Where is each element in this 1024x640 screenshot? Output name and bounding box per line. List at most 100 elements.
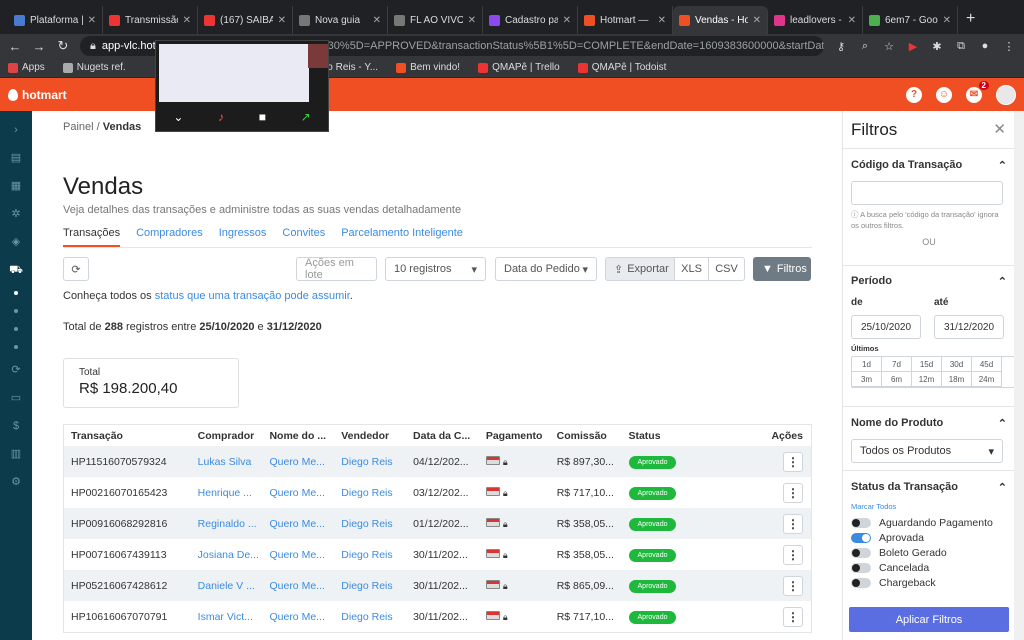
tab-close-icon[interactable]: ✕: [88, 15, 96, 26]
recent-range-chip[interactable]: 15d: [912, 357, 942, 372]
recent-range-chip[interactable]: 18m: [942, 372, 972, 387]
dashboard-icon[interactable]: ▤: [9, 151, 23, 165]
box-icon[interactable]: ◈: [9, 235, 23, 249]
bookmark-nugets[interactable]: Nugets ref.: [62, 62, 126, 73]
table-row[interactable]: HP00716067439113 Josiana De... Quero Me...…: [64, 539, 811, 570]
settings-icon[interactable]: ⚙: [9, 475, 23, 489]
transaction-code-input[interactable]: [851, 181, 1003, 205]
tab-transacoes[interactable]: Transações: [63, 227, 121, 247]
recent-range-chip[interactable]: 45d: [972, 357, 1002, 372]
seller-link[interactable]: Diego Reis: [341, 611, 413, 623]
mark-all-link[interactable]: Marcar Todos: [843, 502, 1015, 511]
col-data[interactable]: Data da C...: [413, 430, 486, 442]
sync-icon[interactable]: ⟳: [9, 363, 23, 377]
seller-link[interactable]: Diego Reis: [341, 580, 413, 592]
expand-chevron-icon[interactable]: ›: [9, 123, 23, 137]
bulk-actions-button[interactable]: Ações em lote: [296, 257, 377, 281]
recent-range-chip[interactable]: 30d: [942, 357, 972, 372]
end-date-input[interactable]: 31/12/2020: [934, 315, 1004, 339]
filter-code-header[interactable]: Código da Transação ⌃: [843, 149, 1015, 172]
seller-link[interactable]: Diego Reis: [341, 487, 413, 499]
row-menu-icon[interactable]: ⋮: [783, 451, 804, 472]
recent-range-chip[interactable]: 7d: [882, 357, 912, 372]
extension-icon[interactable]: ✱: [930, 40, 944, 53]
browser-tab[interactable]: 6em7 - Goo ✕: [863, 6, 958, 34]
bookmark-trello[interactable]: QMAPê | Trello: [478, 62, 560, 73]
browser-tab[interactable]: Vendas - Ho ✕: [673, 6, 768, 34]
buyer-link[interactable]: Reginaldo ...: [198, 518, 270, 530]
notifications-icon[interactable]: ✉ 2: [966, 80, 989, 103]
status-toggle-row[interactable]: Aguardando Pagamento: [843, 515, 1015, 530]
sort-select[interactable]: Data do Pedido ▾: [495, 257, 597, 281]
hotmart-logo[interactable]: hotmart: [8, 88, 67, 102]
toggle-switch[interactable]: [851, 562, 871, 573]
row-menu-icon[interactable]: ⋮: [783, 482, 804, 503]
apply-filters-button[interactable]: Aplicar Filtros: [849, 607, 1009, 632]
table-row[interactable]: HP05216067428612 Daniele V ... Quero Me...…: [64, 570, 811, 601]
start-date-input[interactable]: 25/10/2020: [851, 315, 921, 339]
extensions-puzzle-icon[interactable]: ⧉: [954, 40, 968, 53]
filter-period-header[interactable]: Período ⌃: [843, 266, 1015, 288]
col-comprador[interactable]: Comprador: [198, 430, 270, 442]
picture-in-picture-window[interactable]: ⌄ ♪ ■ ↗: [155, 40, 329, 132]
toggle-switch[interactable]: [851, 517, 871, 528]
buyer-link[interactable]: Daniele V ...: [198, 580, 270, 592]
filter-status-header[interactable]: Status da Transação ⌃: [843, 471, 1015, 494]
export-button[interactable]: ⇪ Exportar: [605, 257, 675, 281]
submenu-dot[interactable]: [14, 345, 18, 349]
back-icon[interactable]: ←: [8, 39, 22, 54]
table-row[interactable]: HP00916068292816 Reginaldo ... Quero Me...…: [64, 508, 811, 539]
col-pagamento[interactable]: Pagamento: [486, 430, 557, 442]
browser-tab[interactable]: Transmissão ✕: [103, 6, 198, 34]
table-row[interactable]: HP00216070165423 Henrique ... Quero Me... D…: [64, 477, 811, 508]
filters-scrollbar[interactable]: [1014, 111, 1024, 640]
submenu-dot[interactable]: [14, 309, 18, 313]
bookmark-todoist[interactable]: QMAPê | Todoist: [577, 62, 666, 73]
table-row[interactable]: HP11516070579324 Lukas Silva Quero Me... Di…: [64, 446, 811, 477]
chat-icon[interactable]: ▭: [9, 391, 23, 405]
share-icon[interactable]: ↗: [301, 110, 311, 124]
product-select[interactable]: Todos os Produtos ▾: [851, 439, 1003, 463]
recent-range-chip[interactable]: 12m: [912, 372, 942, 387]
product-link[interactable]: Quero Me...: [269, 518, 341, 530]
browser-tab[interactable]: Plataforma | ✕: [8, 6, 103, 34]
new-tab-icon[interactable]: +: [966, 10, 975, 28]
filters-button[interactable]: ▼ Filtros: [753, 257, 811, 281]
buyer-link[interactable]: Henrique ...: [198, 487, 270, 499]
product-link[interactable]: Quero Me...: [269, 580, 341, 592]
product-link[interactable]: Quero Me...: [269, 549, 341, 561]
product-link[interactable]: Quero Me...: [269, 487, 341, 499]
product-link[interactable]: Quero Me...: [269, 456, 341, 468]
browser-tab[interactable]: leadlovers - ✕: [768, 6, 863, 34]
row-menu-icon[interactable]: ⋮: [783, 606, 804, 627]
browser-tab[interactable]: Nova guia ✕: [293, 6, 388, 34]
tab-close-icon[interactable]: ✕: [848, 15, 856, 26]
tab-ingressos[interactable]: Ingressos: [219, 227, 267, 247]
avatar[interactable]: [996, 84, 1016, 105]
row-menu-icon[interactable]: ⋮: [783, 513, 804, 534]
recent-range-chip[interactable]: 3m: [852, 372, 882, 387]
submenu-dot-active[interactable]: [14, 291, 18, 295]
tab-close-icon[interactable]: ✕: [943, 15, 951, 26]
recent-range-chip[interactable]: 1d: [852, 357, 882, 372]
tab-close-icon[interactable]: ✕: [658, 15, 666, 26]
row-menu-icon[interactable]: ⋮: [783, 544, 804, 565]
camera-icon[interactable]: ■: [259, 110, 266, 124]
tab-compradores[interactable]: Compradores: [136, 227, 203, 247]
col-comissao[interactable]: Comissão: [557, 430, 629, 442]
tab-close-icon[interactable]: ✕: [563, 15, 571, 26]
reports-icon[interactable]: ▥: [9, 447, 23, 461]
star-icon[interactable]: ☆: [882, 40, 896, 53]
cart-icon[interactable]: ⛟: [9, 263, 23, 277]
status-info-link[interactable]: status que uma transação pode assumir: [155, 290, 350, 302]
tab-close-icon[interactable]: ✕: [753, 15, 761, 26]
buyer-link[interactable]: Ismar Vict...: [198, 611, 270, 623]
toggle-switch[interactable]: [851, 547, 871, 558]
money-icon[interactable]: $: [9, 419, 23, 433]
grid-icon[interactable]: ▦: [9, 179, 23, 193]
buyer-link[interactable]: Josiana De...: [198, 549, 270, 561]
tab-close-icon[interactable]: ✕: [373, 15, 381, 26]
zoom-icon[interactable]: ⌕: [858, 40, 872, 53]
status-toggle-row[interactable]: Cancelada: [843, 560, 1015, 575]
row-menu-icon[interactable]: ⋮: [783, 575, 804, 596]
